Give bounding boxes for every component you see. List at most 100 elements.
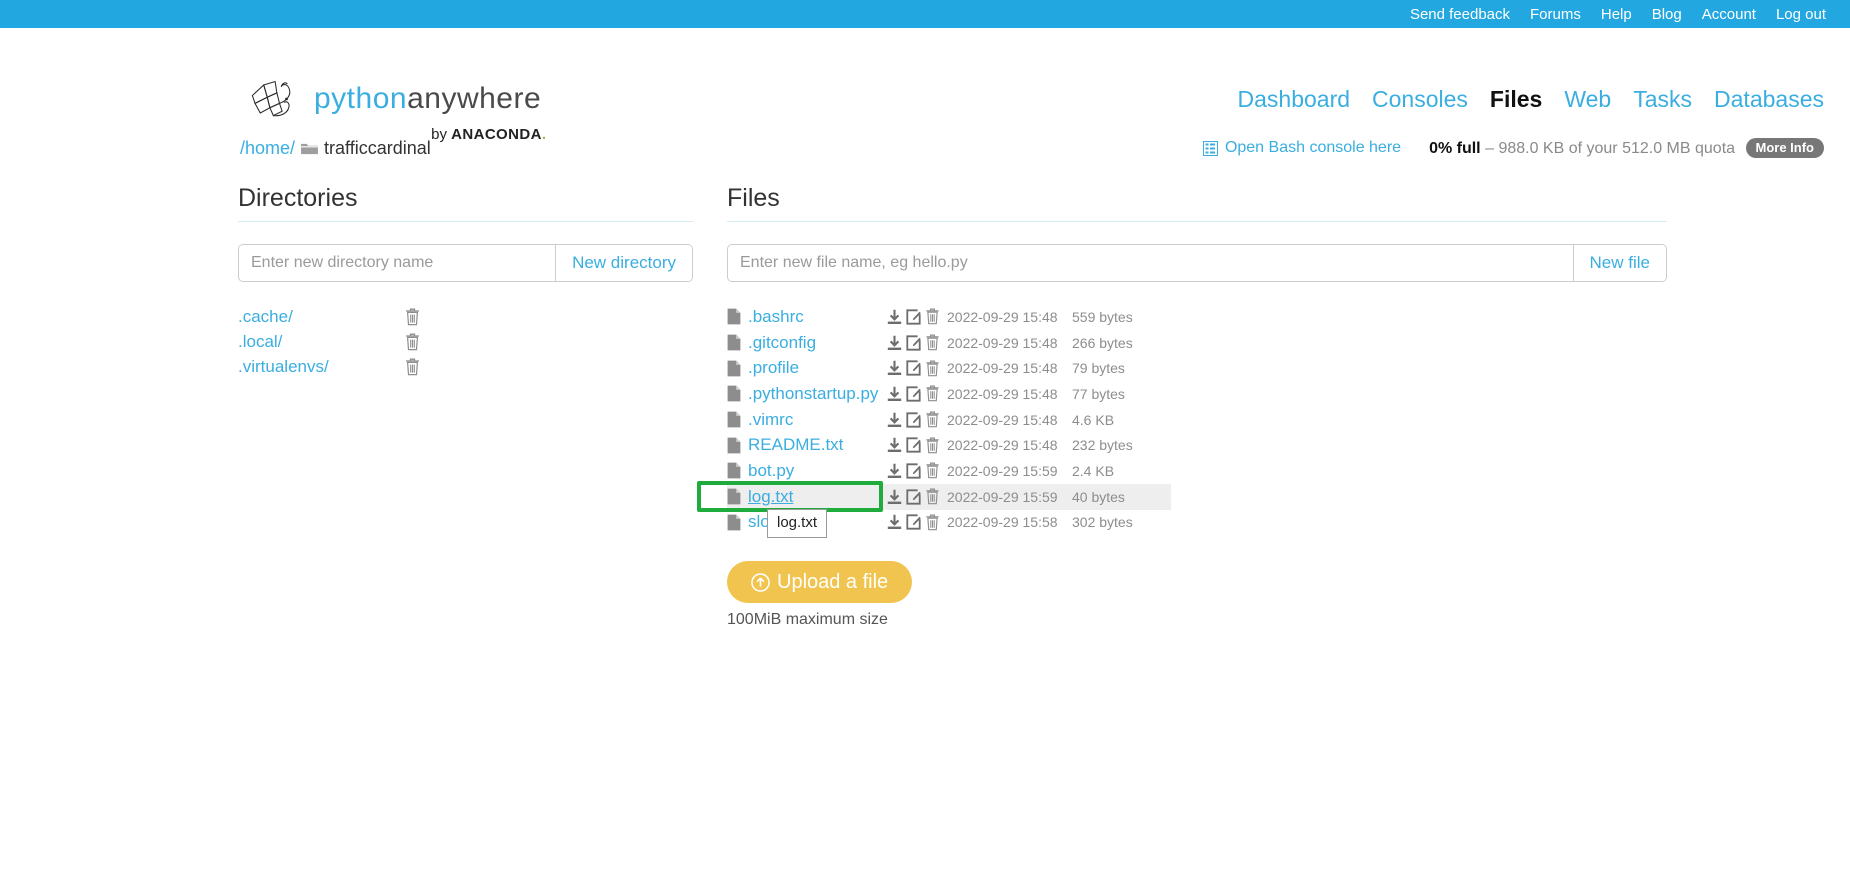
upload-button-label: Upload a file xyxy=(777,570,889,593)
wordmark-anywhere: anywhere xyxy=(407,82,542,115)
file-row[interactable]: .bashrc 2022-09-29 15:48 559 bytes xyxy=(727,304,1171,330)
download-icon[interactable] xyxy=(887,335,902,351)
breadcrumb: /home/ trafficcardinal xyxy=(240,138,431,159)
topbar-link-account[interactable]: Account xyxy=(1702,7,1756,22)
file-icon xyxy=(727,334,741,351)
download-icon[interactable] xyxy=(887,360,902,376)
download-icon[interactable] xyxy=(887,463,902,479)
edit-icon[interactable] xyxy=(906,437,921,453)
topbar-link-help[interactable]: Help xyxy=(1601,7,1632,22)
topbar-link-log-out[interactable]: Log out xyxy=(1776,7,1826,22)
edit-icon[interactable] xyxy=(906,386,921,402)
file-actions xyxy=(887,360,940,377)
more-info-badge[interactable]: More Info xyxy=(1745,138,1824,158)
nav-databases[interactable]: Databases xyxy=(1714,86,1824,113)
file-list: .bashrc 2022-09-29 15:48 559 bytes .gitconf… xyxy=(697,304,1667,538)
file-link[interactable]: .gitconfig xyxy=(748,333,816,353)
edit-icon[interactable] xyxy=(906,334,921,351)
edit-icon[interactable] xyxy=(906,360,921,376)
main-navigation: Dashboard Consoles Files Web Tasks Datab… xyxy=(1238,86,1825,113)
nav-consoles[interactable]: Consoles xyxy=(1372,86,1468,113)
edit-icon[interactable] xyxy=(906,309,921,325)
delete-directory-icon[interactable] xyxy=(405,358,420,376)
file-row[interactable]: .pythonstartup.py 2022-09-29 15:48 77 byte… xyxy=(727,381,1171,407)
file-icon xyxy=(727,514,741,531)
delete-directory-icon[interactable] xyxy=(405,308,420,326)
download-icon[interactable] xyxy=(887,386,902,402)
top-utility-bar: Send feedback Forums Help Blog Account L… xyxy=(0,0,1850,28)
nav-files[interactable]: Files xyxy=(1490,86,1542,113)
directory-row[interactable]: .virtualenvs/ xyxy=(238,354,693,379)
quota-text: 0% full – 988.0 KB of your 512.0 MB quot… xyxy=(1429,138,1824,158)
nav-dashboard[interactable]: Dashboard xyxy=(1238,86,1351,113)
delete-file-icon[interactable] xyxy=(925,334,940,351)
edit-icon[interactable] xyxy=(906,463,921,479)
quota-area: Open Bash console here 0% full – 988.0 K… xyxy=(1202,138,1824,158)
nav-web[interactable]: Web xyxy=(1564,86,1611,113)
file-modified-date: 2022-09-29 15:59 xyxy=(947,488,1058,505)
new-file-input[interactable] xyxy=(728,245,1573,281)
new-file-row: New file xyxy=(727,244,1667,282)
file-link[interactable]: log.txt xyxy=(748,487,793,507)
file-size: 40 bytes xyxy=(1072,488,1125,505)
download-icon[interactable] xyxy=(887,437,902,453)
files-panel: Files New file .bashrc 2022-09-29 15:48 55… xyxy=(697,184,1667,629)
file-actions xyxy=(887,411,940,428)
delete-file-icon[interactable] xyxy=(925,308,940,325)
file-size: 2.4 KB xyxy=(1072,462,1115,479)
open-bash-console-label: Open Bash console here xyxy=(1224,139,1402,156)
download-icon[interactable] xyxy=(887,489,902,505)
file-size: 266 bytes xyxy=(1072,334,1133,351)
open-bash-console-link[interactable]: Open Bash console here xyxy=(1202,139,1402,157)
topbar-link-blog[interactable]: Blog xyxy=(1652,7,1682,22)
download-icon[interactable] xyxy=(887,309,902,325)
upload-max-size-note: 100MiB maximum size xyxy=(727,611,888,629)
file-row[interactable]: log.txt 2022-09-29 15:59 40 bytes xyxy=(727,483,1171,510)
directory-row[interactable]: .local/ xyxy=(238,329,693,354)
file-link[interactable]: .bashrc xyxy=(748,307,804,327)
delete-file-icon[interactable] xyxy=(925,514,940,531)
delete-directory-icon[interactable] xyxy=(405,333,420,351)
edit-icon[interactable] xyxy=(906,489,921,505)
directories-panel: Directories New directory .cache/ .local… xyxy=(238,184,693,379)
delete-file-icon[interactable] xyxy=(925,462,940,479)
directory-link-local[interactable]: .local/ xyxy=(238,332,282,352)
new-directory-button[interactable]: New directory xyxy=(555,245,692,281)
file-link[interactable]: README.txt xyxy=(748,435,843,455)
file-link[interactable]: .profile xyxy=(748,358,799,378)
folder-icon xyxy=(301,143,318,155)
new-directory-input[interactable] xyxy=(239,245,556,281)
delete-file-icon[interactable] xyxy=(925,411,940,428)
file-icon xyxy=(727,308,741,325)
file-link[interactable]: .vimrc xyxy=(748,410,793,430)
download-icon[interactable] xyxy=(887,514,902,530)
file-row[interactable]: README.txt 2022-09-29 15:48 232 bytes xyxy=(727,432,1171,458)
file-row[interactable]: .gitconfig 2022-09-29 15:48 266 bytes xyxy=(727,330,1171,356)
brand-logo[interactable]: pythonanywhere by ANACONDA. xyxy=(248,76,548,143)
file-row[interactable]: .profile 2022-09-29 15:48 79 bytes xyxy=(727,355,1171,381)
file-row[interactable]: bot.py 2022-09-29 15:59 2.4 KB xyxy=(727,458,1171,484)
topbar-link-forums[interactable]: Forums xyxy=(1530,7,1581,22)
download-icon[interactable] xyxy=(887,412,902,428)
upload-a-file-button[interactable]: Upload a file xyxy=(727,561,913,604)
delete-file-icon[interactable] xyxy=(925,385,940,402)
breadcrumb-home-link[interactable]: /home/ xyxy=(240,138,295,159)
file-row[interactable]: .vimrc 2022-09-29 15:48 4.6 KB xyxy=(727,407,1171,433)
site-header: pythonanywhere by ANACONDA. Dashboard Co… xyxy=(0,28,1850,143)
edit-icon[interactable] xyxy=(906,411,921,428)
nav-tasks[interactable]: Tasks xyxy=(1633,86,1692,113)
directory-link-virtualenvs[interactable]: .virtualenvs/ xyxy=(238,357,329,377)
edit-icon[interactable] xyxy=(906,514,921,530)
file-actions xyxy=(887,514,940,531)
delete-file-icon[interactable] xyxy=(925,360,940,377)
directory-link-cache[interactable]: .cache/ xyxy=(238,307,293,327)
new-file-button[interactable]: New file xyxy=(1572,245,1666,281)
file-link[interactable]: .pythonstartup.py xyxy=(748,384,878,404)
delete-file-icon[interactable] xyxy=(925,488,940,505)
directory-row[interactable]: .cache/ xyxy=(238,304,693,329)
file-icon xyxy=(727,411,741,428)
topbar-link-send-feedback[interactable]: Send feedback xyxy=(1410,7,1510,22)
file-modified-date: 2022-09-29 15:48 xyxy=(947,385,1058,402)
delete-file-icon[interactable] xyxy=(925,437,940,454)
file-link[interactable]: bot.py xyxy=(748,461,794,481)
